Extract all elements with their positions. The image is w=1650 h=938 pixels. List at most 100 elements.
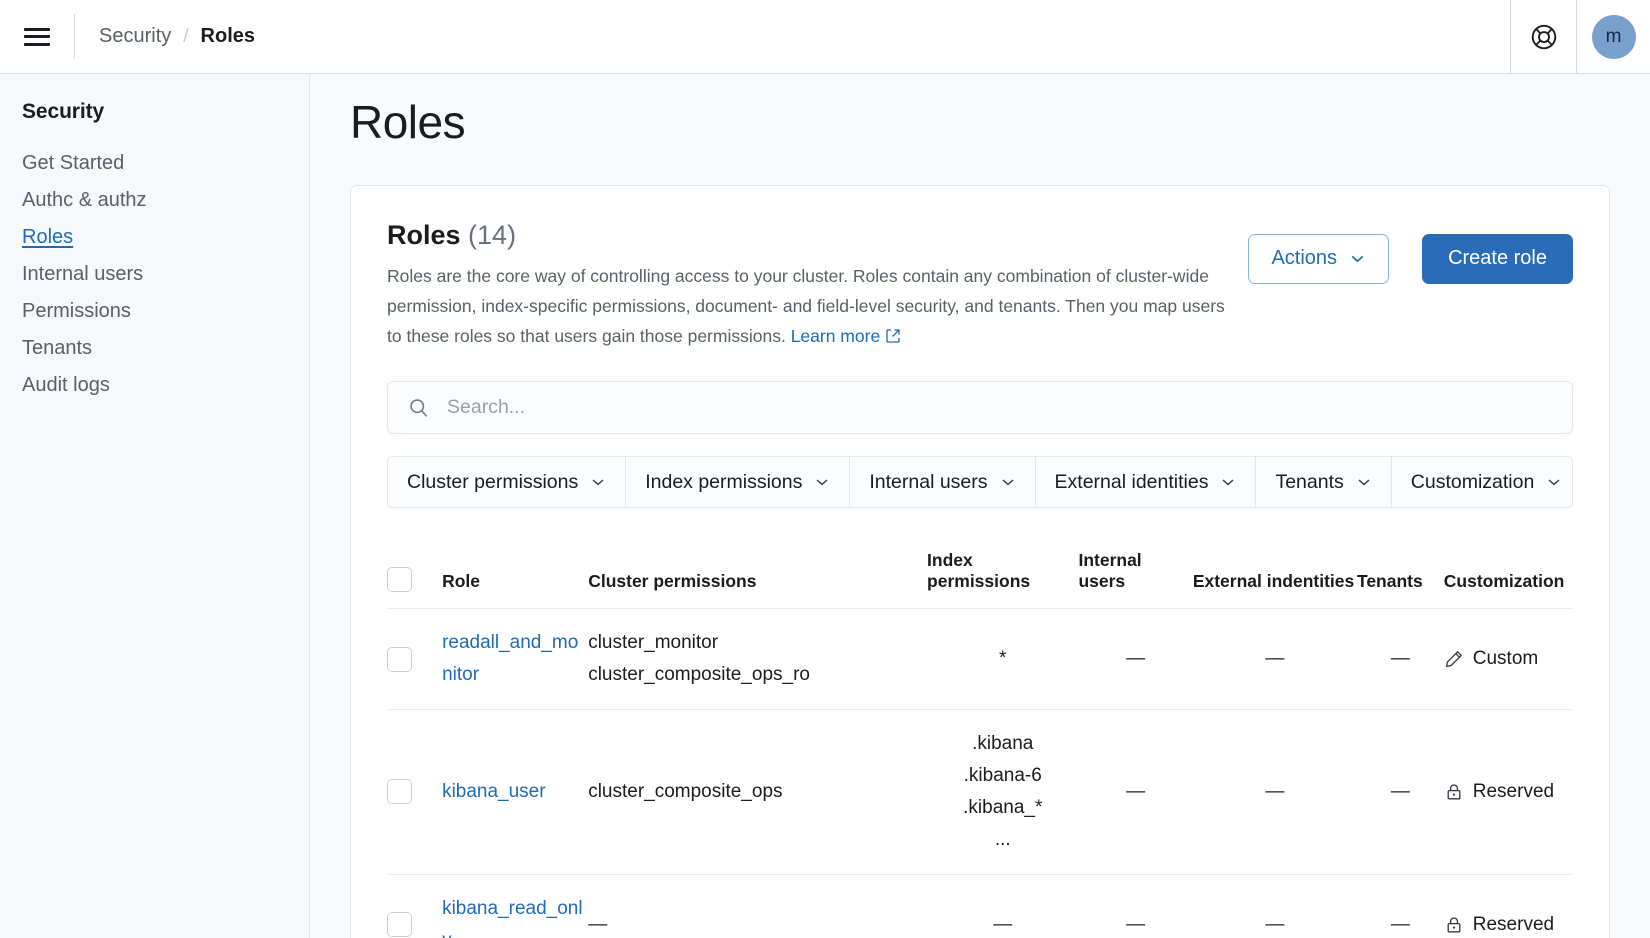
- panel-description: Roles are the core way of controlling ac…: [387, 261, 1227, 351]
- panel-header: Roles (14) Roles are the core way of con…: [387, 220, 1573, 351]
- chevron-down-icon: [1220, 474, 1236, 490]
- row-checkbox[interactable]: [387, 647, 412, 672]
- role-link[interactable]: readall_and_monitor: [442, 632, 578, 685]
- table-row[interactable]: kibana_user cluster_composite_ops .kiban…: [387, 709, 1573, 874]
- search-icon: [408, 397, 430, 419]
- cell-tenants: —: [1357, 609, 1444, 710]
- customization-label: Reserved: [1473, 909, 1554, 938]
- filter-index-permissions[interactable]: Index permissions: [626, 457, 850, 507]
- filter-internal-users[interactable]: Internal users: [850, 457, 1035, 507]
- cell-customization: Custom: [1444, 609, 1573, 710]
- customization-label: Custom: [1473, 643, 1538, 675]
- filter-label: Customization: [1411, 471, 1535, 494]
- role-link[interactable]: kibana_read_only: [442, 898, 583, 938]
- filter-customization[interactable]: Customization: [1392, 457, 1573, 507]
- sidebar-item-tenants[interactable]: Tenants: [22, 330, 92, 367]
- cell-internal-users: —: [1078, 609, 1192, 710]
- chevron-down-icon: [1349, 250, 1366, 267]
- cell-internal-users: —: [1078, 709, 1192, 874]
- cell-internal-users: —: [1078, 874, 1192, 938]
- panel-title: Roles (14): [387, 220, 1227, 251]
- cell-customization: Reserved: [1444, 709, 1573, 874]
- customization-label: Reserved: [1473, 776, 1554, 808]
- filter-tenants[interactable]: Tenants: [1256, 457, 1391, 507]
- row-select-cell: [387, 709, 442, 874]
- sidebar-item-audit-logs[interactable]: Audit logs: [22, 367, 110, 404]
- actions-button-label: Actions: [1271, 247, 1337, 270]
- topbar-actions: m: [1510, 0, 1650, 73]
- sidebar-item-internal-users[interactable]: Internal users: [22, 256, 143, 293]
- cell-index-permissions: *: [927, 609, 1078, 710]
- row-checkbox[interactable]: [387, 779, 412, 804]
- column-header-external-identities: External indentities: [1193, 520, 1357, 609]
- table-header-row: Role Cluster permissions Index permissio…: [387, 520, 1573, 609]
- filter-external-identities[interactable]: External identities: [1036, 457, 1257, 507]
- life-ring-icon: [1529, 22, 1559, 52]
- user-account-button[interactable]: m: [1576, 0, 1650, 73]
- column-header-internal-users: Internal users: [1078, 520, 1192, 609]
- sidebar-item-get-started[interactable]: Get Started: [22, 145, 124, 182]
- roles-panel: Roles (14) Roles are the core way of con…: [350, 185, 1610, 938]
- cell-role: readall_and_monitor: [442, 609, 588, 710]
- hamburger-icon: [24, 28, 50, 46]
- page-title: Roles: [310, 96, 1650, 149]
- search-input[interactable]: [447, 396, 1552, 419]
- actions-button[interactable]: Actions: [1248, 234, 1389, 284]
- cell-tenants: —: [1357, 709, 1444, 874]
- select-all-header: [387, 520, 442, 609]
- chevron-down-icon: [1356, 474, 1372, 490]
- row-checkbox[interactable]: [387, 912, 412, 937]
- sidebar-item-roles[interactable]: Roles: [22, 219, 73, 256]
- main-content: Roles Roles (14) Roles are the core way …: [310, 74, 1650, 938]
- cell-tenants: —: [1357, 874, 1444, 938]
- cell-cluster-permissions: cluster_composite_ops: [588, 709, 927, 874]
- sidebar-title: Security: [22, 100, 309, 124]
- row-select-cell: [387, 609, 442, 710]
- help-button[interactable]: [1510, 0, 1576, 73]
- search-bar[interactable]: [387, 381, 1573, 434]
- filter-label: Internal users: [869, 471, 987, 494]
- column-header-customization: Customization: [1444, 520, 1573, 609]
- table-row[interactable]: readall_and_monitor cluster_monitor clus…: [387, 609, 1573, 710]
- cell-customization: Reserved: [1444, 874, 1573, 938]
- sidebar-item-authc-authz[interactable]: Authc & authz: [22, 182, 147, 219]
- cell-external-identities: —: [1193, 874, 1357, 938]
- filter-cluster-permissions[interactable]: Cluster permissions: [388, 457, 626, 507]
- breadcrumb-item-security[interactable]: Security: [99, 25, 171, 48]
- menu-toggle-button[interactable]: [0, 0, 74, 73]
- cell-index-permissions: .kibana .kibana-6 .kibana_* ...: [927, 709, 1078, 874]
- panel-title-text: Roles: [387, 220, 461, 250]
- filter-label: Cluster permissions: [407, 471, 578, 494]
- lock-icon: [1444, 782, 1464, 802]
- select-all-checkbox[interactable]: [387, 567, 412, 592]
- sidebar-item-permissions[interactable]: Permissions: [22, 293, 131, 330]
- breadcrumb-separator: /: [183, 26, 188, 48]
- filter-label: Index permissions: [645, 471, 802, 494]
- avatar: m: [1592, 15, 1636, 59]
- create-role-button[interactable]: Create role: [1422, 234, 1573, 284]
- column-header-tenants: Tenants: [1357, 520, 1444, 609]
- top-navigation-bar: Security / Roles m: [0, 0, 1650, 74]
- external-link-icon: [885, 328, 901, 344]
- cell-external-identities: —: [1193, 709, 1357, 874]
- role-link[interactable]: kibana_user: [442, 781, 546, 802]
- filter-label: Tenants: [1275, 471, 1343, 494]
- filter-bar: Cluster permissions Index permissions In…: [387, 456, 1573, 508]
- breadcrumb-item-roles: Roles: [201, 25, 255, 48]
- panel-header-text: Roles (14) Roles are the core way of con…: [387, 220, 1227, 351]
- learn-more-link[interactable]: Learn more: [791, 326, 881, 346]
- panel-header-actions: Actions Create role: [1248, 220, 1573, 284]
- roles-count: (14): [468, 220, 516, 250]
- cell-cluster-permissions: —: [588, 874, 927, 938]
- table-header: Role Cluster permissions Index permissio…: [387, 520, 1573, 609]
- table-body: readall_and_monitor cluster_monitor clus…: [387, 609, 1573, 938]
- cell-external-identities: —: [1193, 609, 1357, 710]
- filter-label: External identities: [1055, 471, 1209, 494]
- create-role-button-label: Create role: [1448, 247, 1547, 270]
- chevron-down-icon: [814, 474, 830, 490]
- cell-index-permissions: —: [927, 874, 1078, 938]
- cell-cluster-permissions: cluster_monitor cluster_composite_ops_ro: [588, 609, 927, 710]
- chevron-down-icon: [590, 474, 606, 490]
- table-row[interactable]: kibana_read_only — — — — —: [387, 874, 1573, 938]
- chevron-down-icon: [1546, 474, 1562, 490]
